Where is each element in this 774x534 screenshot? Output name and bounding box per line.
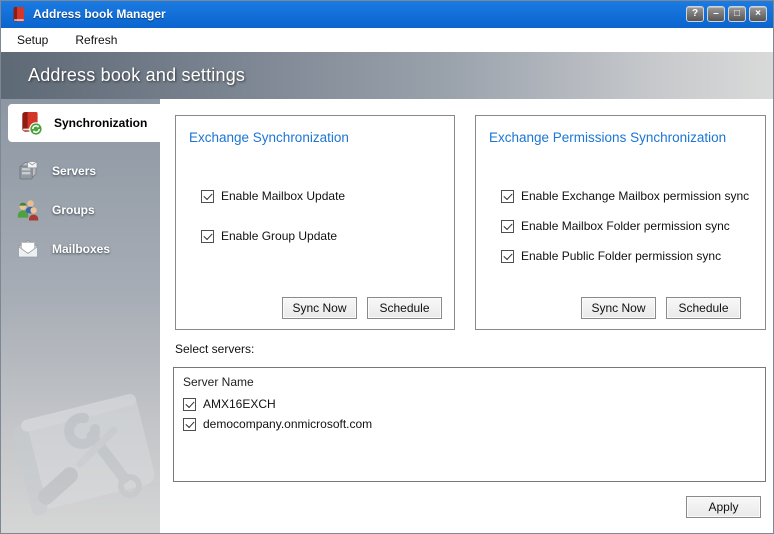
checkbox-enable-exchange-mailbox-permission-sync[interactable]: Enable Exchange Mailbox permission sync [501, 188, 749, 204]
exchange-sync-sync-now-button[interactable]: Sync Now [282, 297, 357, 319]
maximize-button[interactable]: □ [728, 6, 746, 22]
exchange-sync-panel: Exchange Synchronization Enable Mailbox … [175, 115, 455, 330]
sidebar-item-synchronization[interactable]: Synchronization [8, 104, 160, 142]
address-book-manager-window: Address book Manager ? – □ × Setup Refre… [0, 0, 774, 534]
title-bar: Address book Manager ? – □ × [0, 0, 774, 28]
mailbox-icon [15, 236, 41, 262]
sidebar-item-servers[interactable]: Servers [0, 152, 160, 190]
exchange-permissions-sync-title: Exchange Permissions Synchronization [489, 130, 726, 145]
exchange-sync-title: Exchange Synchronization [189, 130, 349, 145]
exchange-permissions-sync-buttons: Sync Now Schedule [581, 297, 741, 319]
exchange-sync-schedule-button[interactable]: Schedule [367, 297, 442, 319]
menu-item-setup[interactable]: Setup [17, 33, 48, 47]
checkbox-icon[interactable] [201, 230, 214, 243]
book-tools-watermark [0, 382, 158, 530]
checkbox-icon[interactable] [501, 190, 514, 203]
sync-book-icon [17, 110, 43, 136]
sidebar-item-label: Groups [52, 203, 95, 217]
checkbox-icon[interactable] [201, 190, 214, 203]
apply-button[interactable]: Apply [686, 496, 761, 518]
menu-item-refresh[interactable]: Refresh [75, 33, 117, 47]
checkbox-label: Enable Group Update [221, 229, 337, 243]
sidebar-item-label: Servers [52, 164, 96, 178]
checkbox-enable-group-update[interactable]: Enable Group Update [201, 228, 337, 244]
checkbox-icon[interactable] [183, 418, 196, 431]
checkbox-icon[interactable] [501, 220, 514, 233]
checkbox-icon[interactable] [183, 398, 196, 411]
checkbox-label: Enable Mailbox Folder permission sync [521, 219, 730, 233]
checkbox-label: Enable Public Folder permission sync [521, 249, 721, 263]
exchange-permissions-schedule-button[interactable]: Schedule [666, 297, 741, 319]
help-button[interactable]: ? [686, 6, 704, 22]
sidebar: Synchronization Servers [0, 99, 160, 534]
checkbox-enable-mailbox-folder-permission-sync[interactable]: Enable Mailbox Folder permission sync [501, 218, 730, 234]
server-name: democompany.onmicrosoft.com [203, 417, 372, 431]
red-book-app-icon [11, 6, 26, 23]
window-controls: ? – □ × [686, 6, 767, 22]
checkbox-icon[interactable] [501, 250, 514, 263]
exchange-permissions-sync-panel: Exchange Permissions Synchronization Ena… [475, 115, 766, 330]
page-title: Address book and settings [28, 65, 245, 86]
select-servers-label: Select servers: [175, 342, 254, 356]
page-header: Address book and settings [0, 52, 774, 99]
sidebar-item-groups[interactable]: Groups [0, 191, 160, 229]
server-row-amx16exch[interactable]: AMX16EXCH [174, 394, 765, 414]
window-title: Address book Manager [33, 7, 166, 21]
groups-icon [15, 197, 41, 223]
server-icon [15, 158, 41, 184]
sidebar-item-label: Mailboxes [52, 242, 110, 256]
sidebar-item-label: Synchronization [54, 116, 147, 130]
content-area: Exchange Synchronization Enable Mailbox … [160, 99, 774, 534]
server-name-column-header: Server Name [174, 368, 765, 394]
menu-bar: Setup Refresh [0, 28, 774, 52]
window-body: Synchronization Servers [0, 99, 774, 534]
server-row-democompany[interactable]: democompany.onmicrosoft.com [174, 414, 765, 434]
exchange-permissions-sync-now-button[interactable]: Sync Now [581, 297, 656, 319]
exchange-sync-buttons: Sync Now Schedule [282, 297, 442, 319]
checkbox-label: Enable Exchange Mailbox permission sync [521, 189, 749, 203]
checkbox-enable-mailbox-update[interactable]: Enable Mailbox Update [201, 188, 345, 204]
server-name: AMX16EXCH [203, 397, 276, 411]
sidebar-item-mailboxes[interactable]: Mailboxes [0, 230, 160, 268]
checkbox-enable-public-folder-permission-sync[interactable]: Enable Public Folder permission sync [501, 248, 721, 264]
server-list[interactable]: Server Name AMX16EXCH democompany.onmicr… [173, 367, 766, 482]
minimize-button[interactable]: – [707, 6, 725, 22]
checkbox-label: Enable Mailbox Update [221, 189, 345, 203]
close-button[interactable]: × [749, 6, 767, 22]
